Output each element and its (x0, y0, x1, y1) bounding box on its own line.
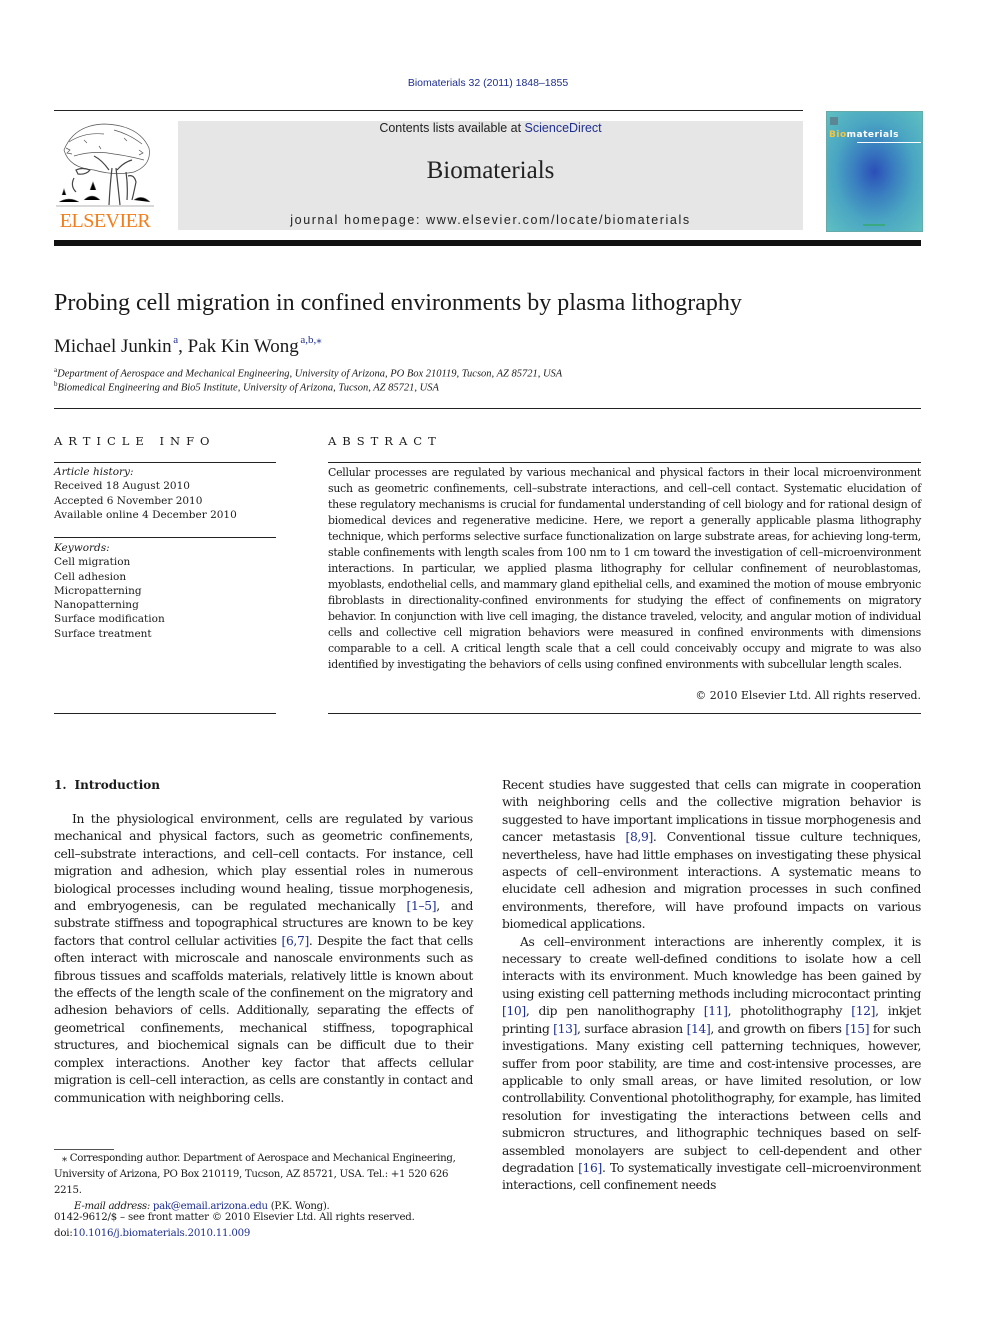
keywords-label: Keywords: (54, 542, 110, 554)
body-column-right: Recent studies have suggested that cells… (502, 777, 921, 1195)
citation-link[interactable]: [11] (704, 1004, 728, 1018)
citation-link[interactable]: [1–5] (407, 899, 437, 913)
header-top-rule (54, 110, 803, 111)
abstract-rule-top (328, 462, 921, 463)
citation-link[interactable]: [8,9] (626, 830, 654, 844)
doi-line: doi:10.1016/j.biomaterials.2010.11.009 (54, 1226, 473, 1242)
keyword-item: Surface treatment (54, 627, 152, 640)
corresponding-author-note: ⁎ Corresponding author. Department of Ae… (54, 1151, 473, 1199)
keyword-item: Surface modification (54, 613, 165, 626)
citation-link[interactable]: [12] (851, 1004, 875, 1018)
doi-link[interactable]: 10.1016/j.biomaterials.2010.11.009 (73, 1228, 251, 1239)
body-text: . Despite the fact that cells often inte… (54, 933, 473, 1105)
author-name[interactable]: Pak Kin Wong (188, 336, 299, 357)
article-info-heading: ARTICLE INFO (54, 434, 216, 448)
journal-citation-link[interactable]: Biomaterials 32 (2011) 1848–1855 (0, 77, 976, 89)
front-matter: 0142-9612/$ – see front matter © 2010 El… (54, 1210, 473, 1242)
doi-label: doi: (54, 1228, 73, 1239)
cover-title-rule (857, 142, 921, 143)
corresponding-author-mark: ⁎ (316, 334, 322, 346)
contents-availability: Contents lists available at ScienceDirec… (178, 121, 803, 135)
section-number: 1. (54, 778, 67, 792)
affiliation-b: bBiomedical Engineering and Bio5 Institu… (54, 380, 439, 394)
affiliation-text: Biomedical Engineering and Bio5 Institut… (57, 382, 439, 394)
body-text: As cell–environment interactions are inh… (502, 934, 921, 1001)
elsevier-tree-icon (56, 123, 154, 207)
history-accepted: Accepted 6 November 2010 (54, 494, 203, 507)
journal-masthead: Contents lists available at ScienceDirec… (178, 121, 803, 230)
article-info-rule-bottom (54, 713, 276, 714)
author-separator: , (178, 336, 188, 357)
footnote-rule (54, 1149, 114, 1150)
body-paragraph: Recent studies have suggested that cells… (502, 777, 921, 934)
body-text: In the physiological environment, cells … (54, 812, 473, 914)
body-text: , dip pen nanolithography (525, 1004, 704, 1019)
sciencedirect-link[interactable]: ScienceDirect (525, 121, 602, 135)
abstract-heading: ABSTRACT (328, 434, 442, 448)
citation-link[interactable]: [13] (553, 1022, 577, 1036)
history-received: Received 18 August 2010 (54, 480, 190, 493)
journal-cover-thumbnail[interactable]: Biomaterials (826, 111, 923, 232)
body-text: , surface abrasion (577, 1021, 687, 1036)
keyword-item: Micropatterning (54, 584, 142, 597)
abstract-copyright: © 2010 Elsevier Ltd. All rights reserved… (695, 689, 921, 702)
article-history: Article history: Received 18 August 2010… (54, 465, 276, 522)
body-column-left: In the physiological environment, cells … (54, 811, 473, 1107)
abstract-rule-bottom (328, 713, 921, 714)
contents-label: Contents lists available at (379, 121, 525, 135)
author-name[interactable]: Michael Junkin (54, 336, 172, 357)
cover-publisher-mark-icon (830, 117, 838, 125)
journal-homepage-link[interactable]: journal homepage: www.elsevier.com/locat… (178, 213, 803, 227)
affiliation-a: aDepartment of Aerospace and Mechanical … (54, 366, 562, 380)
article-history-label: Article history: (54, 466, 134, 478)
elsevier-logo[interactable]: ELSEVIER (54, 120, 156, 232)
affiliation-marks: a,b, (300, 334, 317, 346)
citation-link[interactable]: [14] (687, 1022, 711, 1036)
citation-link[interactable]: [16] (578, 1161, 602, 1175)
article-info-rule-mid (54, 537, 276, 538)
section-heading-introduction: 1. Introduction (54, 778, 160, 792)
corresponding-author-footnote: ⁎ Corresponding author. Department of Ae… (54, 1151, 473, 1215)
title-block-rule (54, 408, 921, 409)
header-thick-rule (54, 240, 921, 246)
citation-link[interactable]: [6,7] (282, 934, 310, 948)
author-list: Michael Junkin a, Pak Kin Wong a,b,⁎ (54, 333, 322, 358)
footnote-text: Corresponding author. Department of Aero… (54, 1153, 456, 1196)
author-affiliation-mark[interactable]: a,b,⁎ (300, 334, 321, 346)
journal-title: Biomaterials (426, 157, 555, 184)
body-text: for such investigations. Many existing c… (502, 1021, 921, 1175)
body-text: , photolithography (727, 1004, 852, 1019)
abstract-text: Cellular processes are regulated by vari… (328, 466, 921, 671)
body-text: , and growth on fibers (710, 1021, 846, 1036)
body-paragraph: As cell–environment interactions are inh… (502, 934, 921, 1195)
cover-title: Biomaterials (829, 130, 899, 140)
section-title: Introduction (74, 778, 160, 792)
elsevier-wordmark: ELSEVIER (59, 210, 151, 232)
affiliation-text: Department of Aerospace and Mechanical E… (57, 368, 563, 380)
keyword-item: Nanopatterning (54, 599, 139, 612)
citation-link[interactable]: [10] (502, 1004, 526, 1018)
keyword-item: Cell migration (54, 556, 131, 569)
cover-title-rest: materials (846, 130, 900, 140)
issn-line: 0142-9612/$ – see front matter © 2010 El… (54, 1212, 415, 1223)
article-title: Probing cell migration in confined envir… (54, 290, 742, 316)
body-paragraph: In the physiological environment, cells … (54, 811, 473, 1107)
citation-link[interactable]: [15] (845, 1022, 869, 1036)
cover-footer-mark (863, 224, 885, 226)
body-text: . Conventional tissue culture techniques… (502, 830, 921, 932)
keyword-item: Cell adhesion (54, 570, 127, 583)
keywords: Keywords: Cell migration Cell adhesion M… (54, 541, 276, 641)
article-info-rule-top (54, 462, 276, 463)
cover-title-highlight: Bio (829, 130, 847, 140)
history-available-online: Available online 4 December 2010 (54, 508, 237, 521)
